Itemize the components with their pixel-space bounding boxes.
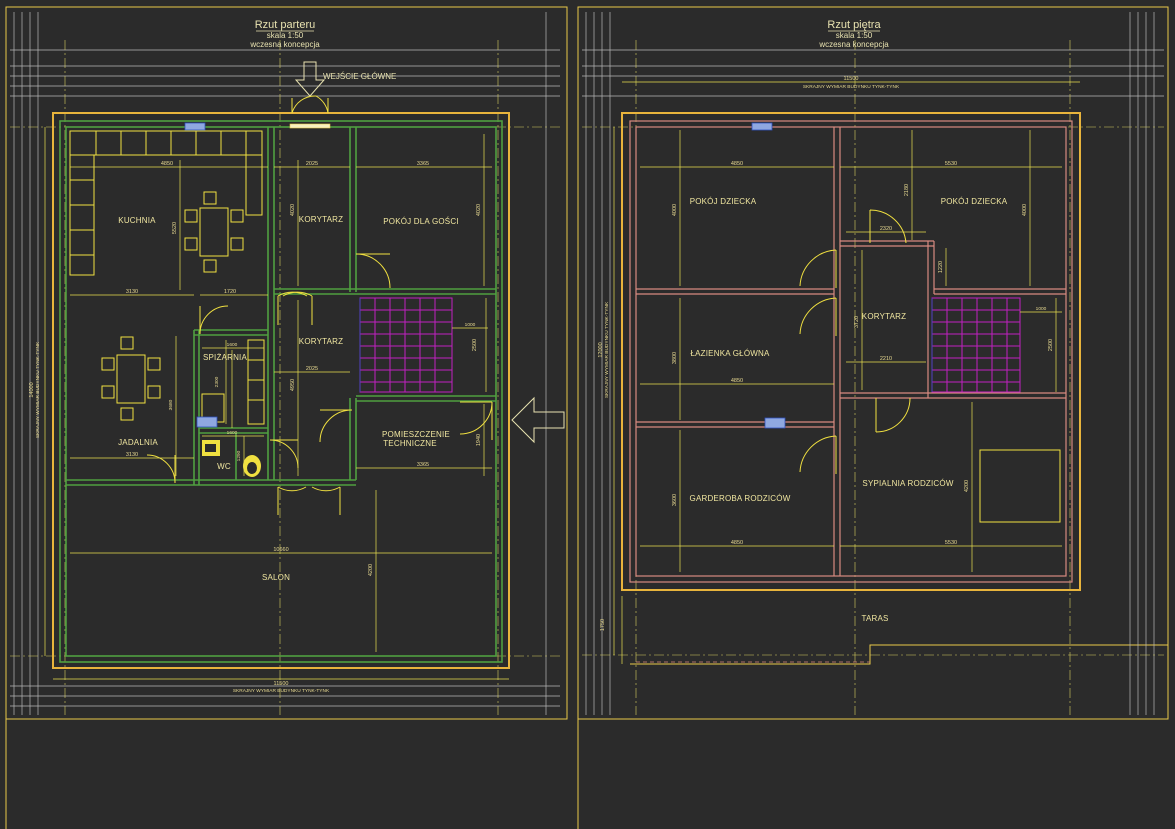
dim-2500: 2500 xyxy=(472,339,478,351)
dim-1940: 1940 xyxy=(476,434,482,446)
dim-3365a: 3365 xyxy=(417,161,429,167)
up-dim-2180: 2180 xyxy=(904,184,910,196)
ground-bottom-note: SKRAJNY WYMIAR BUDYNKU TYNK-TYNK xyxy=(233,688,330,694)
room-garderoba: GARDEROBA RODZICÓW xyxy=(690,494,791,503)
dim-4020a: 4020 xyxy=(290,204,296,216)
room-kuchnia: KUCHNIA xyxy=(118,216,156,225)
room-jadalnia: JADALNIA xyxy=(118,438,158,447)
room-pokoj-dla-gosci: POKÓJ DLA GOŚCI xyxy=(383,217,458,226)
dim-3130b: 3130 xyxy=(126,452,138,458)
up-dim-5530a: 5530 xyxy=(945,161,957,167)
dim-1720: 1720 xyxy=(224,289,236,295)
up-dim-12000: 12000 xyxy=(598,342,604,357)
dim-4950: 4950 xyxy=(290,379,296,391)
up-dim-1220: 1220 xyxy=(938,261,944,273)
dim-10660: 10660 xyxy=(273,547,288,553)
upper-title: Rzut piętra xyxy=(827,19,881,31)
dim-11500: 11500 xyxy=(274,681,289,687)
dim-5520: 5520 xyxy=(172,222,178,234)
up-dim-4850a: 4850 xyxy=(731,161,743,167)
upper-top-dim: 11500 xyxy=(844,76,859,82)
room-pomieszczenie-line1: POMIESZCZENIE xyxy=(382,430,450,439)
dim-3680: 3680 xyxy=(168,399,174,410)
dim-3365b: 3365 xyxy=(417,462,429,468)
up-dim-4000b: 4000 xyxy=(1022,204,1028,216)
room-wc: WC xyxy=(217,462,231,471)
room-pokoj-dziecka-2: POKÓJ DZIECKA xyxy=(941,197,1008,206)
room-spizarnia: SPIŻARNIA xyxy=(203,353,247,362)
dim-1600b: 1600 xyxy=(227,430,238,436)
room-korytarz-upper: KORYTARZ xyxy=(862,312,906,321)
ground-scale: skala 1:50 xyxy=(267,31,304,40)
room-pomieszczenie-line2: TECHNICZNE xyxy=(383,439,437,448)
dim-1290: 1290 xyxy=(236,450,242,461)
up-dim-5530b: 5530 xyxy=(945,540,957,546)
up-dim-4850b: 4850 xyxy=(731,378,743,384)
up-dim-3600: 3600 xyxy=(672,494,678,506)
up-dim-2210: 2210 xyxy=(880,356,892,362)
room-lazienka: ŁAZIENKA GŁÓWNA xyxy=(690,349,769,358)
dim-2300: 2300 xyxy=(214,376,220,387)
entrance-label: WEJŚCIE GŁÓWNE xyxy=(323,72,396,81)
room-pokoj-dziecka-1: POKÓJ DZIECKA xyxy=(690,197,757,206)
up-dim-1750: 1750 xyxy=(600,619,606,631)
ground-side-note: SKRAJNY WYMIAR BUDYNKU TYNK-TYNK xyxy=(35,341,41,438)
up-dim-3800: 3800 xyxy=(672,352,678,364)
room-salon: SALON xyxy=(262,573,290,582)
upper-side-note: SKRAJNY WYMIAR BUDYNKU TYNK-TYNK xyxy=(604,301,610,398)
room-korytarz-2: KORYTARZ xyxy=(299,337,343,346)
upper-top-note: SKRAJNY WYMIAR BUDYNKU TYNK-TYNK xyxy=(803,84,900,90)
dim-4020b: 4020 xyxy=(476,204,482,216)
room-sypialnia: SYPIALNIA RODZICÓW xyxy=(862,479,953,488)
dim-3130a: 3130 xyxy=(126,289,138,295)
dim-14000: 14000 xyxy=(29,382,35,397)
dim-4200: 4200 xyxy=(368,564,374,576)
up-dim-4850c: 4850 xyxy=(731,540,743,546)
dim-2025b: 2025 xyxy=(306,366,318,372)
dim-2025a: 2025 xyxy=(306,161,318,167)
upper-concept: wczesna koncepcja xyxy=(818,40,889,49)
room-taras: TARAS xyxy=(861,614,888,623)
up-dim-2320: 2320 xyxy=(880,226,892,232)
up-dim-1000: 1000 xyxy=(1036,306,1047,312)
up-dim-3720: 3720 xyxy=(854,316,860,328)
floor-plan-drawing: Rzut parteru skala 1:50 wczesna koncepcj… xyxy=(0,0,1175,829)
up-dim-4000a: 4000 xyxy=(672,204,678,216)
ground-concept: wczesna koncepcja xyxy=(249,40,320,49)
dim-1600a: 1600 xyxy=(227,342,238,348)
up-dim-4200: 4200 xyxy=(964,480,970,492)
upper-scale: skala 1:50 xyxy=(836,31,873,40)
dim-1000: 1000 xyxy=(465,322,476,328)
ground-title: Rzut parteru xyxy=(255,19,316,31)
dim-4850: 4850 xyxy=(161,161,173,167)
room-korytarz-1: KORYTARZ xyxy=(299,215,343,224)
up-dim-2500: 2500 xyxy=(1048,339,1054,351)
